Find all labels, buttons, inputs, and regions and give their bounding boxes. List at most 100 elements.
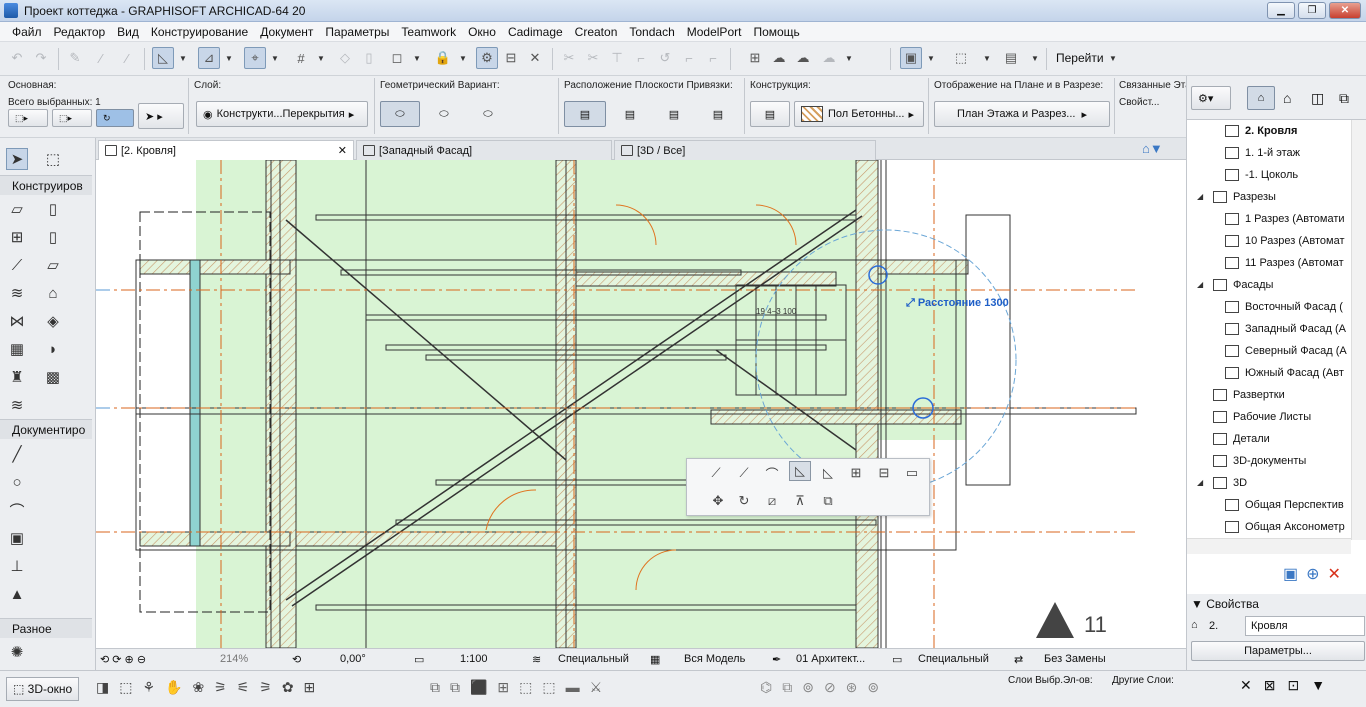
navigator-item[interactable]: Западный Фасад (А: [1225, 318, 1346, 340]
maximize-button[interactable]: ❐: [1298, 2, 1326, 19]
navigator-item[interactable]: Развертки: [1213, 384, 1285, 406]
layout-book-icon[interactable]: ◫: [1311, 90, 1324, 107]
chevron-down-icon[interactable]: ▼: [412, 47, 422, 69]
roof-tool-icon[interactable]: ⌂: [42, 282, 64, 304]
close-tab-icon[interactable]: ✕: [338, 144, 347, 157]
lamp-tool-icon[interactable]: ✺: [6, 641, 28, 663]
edge-arc-icon[interactable]: ⟋: [733, 463, 755, 483]
tab-overview-icon[interactable]: ⌂▼: [1142, 141, 1163, 156]
fillet-corner-icon[interactable]: ◺: [817, 463, 839, 483]
navigator-item[interactable]: 10 Разрез (Автомат: [1225, 230, 1345, 252]
slab-tool-icon[interactable]: ▱: [42, 254, 64, 276]
adjust-icon[interactable]: ⊤: [606, 47, 628, 69]
chevron-down-icon[interactable]: ▼: [982, 47, 992, 69]
chevron-down-icon[interactable]: ▼: [1030, 47, 1040, 69]
object-tool-icon[interactable]: ♜: [6, 366, 28, 388]
beam-tool-icon[interactable]: ⟋: [6, 254, 28, 276]
navigator-item[interactable]: Детали: [1213, 428, 1270, 450]
layer-icon[interactable]: ◻: [386, 47, 408, 69]
navigator-view-select[interactable]: ⚙▾: [1191, 86, 1231, 110]
orientation-icon[interactable]: ⟲: [292, 653, 301, 666]
plane-core-icon[interactable]: ▤: [654, 101, 694, 127]
menu-window[interactable]: Окно: [462, 25, 502, 39]
dimension-icon[interactable]: ⊟: [500, 47, 522, 69]
view-tools-icons[interactable]: ⧉⧉⬛⊞⬚⬚▬⚔: [430, 679, 612, 696]
trace-icon[interactable]: ▯: [358, 47, 380, 69]
multiply-icon[interactable]: ⧉: [817, 491, 839, 511]
multi-plane-icon[interactable]: ⬭: [468, 101, 508, 127]
single-plane-icon[interactable]: ⬭: [424, 101, 464, 127]
expand-triangle-icon[interactable]: ◢: [1197, 274, 1203, 296]
layer-select[interactable]: ◉ Конструкти...Перекрытия ▸: [196, 101, 368, 127]
mesh-tool-icon[interactable]: ≋: [6, 394, 28, 416]
flat-slab-icon[interactable]: ⬭: [380, 101, 420, 127]
menu-design[interactable]: Конструирование: [145, 25, 254, 39]
polygon-offset-icon[interactable]: ◺: [789, 461, 811, 481]
navigator-item[interactable]: ◢ 3D: [1197, 472, 1247, 494]
morph-tool-icon[interactable]: ◗: [42, 338, 64, 360]
navigator-item[interactable]: Восточный Фасад (: [1225, 296, 1343, 318]
plane-top-icon[interactable]: ▤: [564, 101, 606, 127]
gravity-icon[interactable]: ⌖: [244, 47, 266, 69]
custom-slab-icon[interactable]: ▭: [901, 463, 923, 483]
document-header[interactable]: Документиро: [0, 419, 92, 439]
floor-plan-window-icon[interactable]: ▣: [900, 47, 922, 69]
guide-lines-icon[interactable]: ◺: [152, 47, 174, 69]
curve-edge-icon[interactable]: ⌒: [761, 463, 783, 483]
menu-document[interactable]: Документ: [254, 25, 319, 39]
zone-tool-icon[interactable]: ▩: [42, 366, 64, 388]
eyedropper-icon[interactable]: ⁄: [90, 47, 112, 69]
menu-teamwork[interactable]: Teamwork: [395, 25, 462, 39]
properties-header[interactable]: ▼ Свойства: [1191, 597, 1259, 611]
zoom-value[interactable]: 214%: [220, 653, 248, 665]
add-point-icon[interactable]: ⊞: [845, 463, 867, 483]
undo-icon[interactable]: ↶: [6, 47, 28, 69]
pen-set-value[interactable]: 01 Архитект...: [796, 653, 865, 665]
solid-union-icon[interactable]: ☁: [818, 47, 840, 69]
menu-help[interactable]: Помощь: [747, 25, 805, 39]
project-map-icon[interactable]: ⌂: [1247, 86, 1275, 110]
navigator-item[interactable]: 11 Разрез (Автомат: [1225, 252, 1344, 274]
split-icon[interactable]: ✂: [582, 47, 604, 69]
column-tool-icon[interactable]: ▯: [42, 226, 64, 248]
line-tool-icon[interactable]: ╱: [6, 443, 28, 465]
solid-subtract-icon[interactable]: ☁: [792, 47, 814, 69]
layout-book-icon[interactable]: ▤: [1000, 47, 1022, 69]
tab-west-facade[interactable]: [Западный Фасад]: [356, 140, 612, 160]
menu-creaton[interactable]: Creaton: [569, 25, 624, 39]
tab-3d-all[interactable]: [3D / Все]: [614, 140, 876, 160]
tab-roof-plan[interactable]: [2. Кровля] ✕: [98, 140, 354, 160]
suspend-groups-icon[interactable]: ◇: [334, 47, 356, 69]
navigator-hscrollbar[interactable]: [1187, 538, 1351, 554]
zoom-back-icon[interactable]: ⟲ ⟳ ⊕ ⊖: [100, 653, 146, 666]
syringe-icon[interactable]: ⁄: [116, 47, 138, 69]
wall-tool-icon[interactable]: ▱: [6, 198, 28, 220]
close-button[interactable]: ✕: [1329, 2, 1361, 19]
menu-view[interactable]: Вид: [111, 25, 145, 39]
chevron-down-icon[interactable]: ▼: [1108, 47, 1118, 69]
navigator-scrollbar[interactable]: [1351, 120, 1366, 540]
view-map-icon[interactable]: ⌂: [1283, 90, 1291, 106]
rotate-icon[interactable]: ↻: [733, 491, 755, 511]
marquee-tool-icon[interactable]: ⬚: [42, 148, 64, 170]
plane-bottom-icon[interactable]: ▤: [698, 101, 738, 127]
structure-type-icon[interactable]: ▤: [750, 101, 790, 127]
subtract-polygon-icon[interactable]: ⊟: [873, 463, 895, 483]
camera-tools-icons[interactable]: ⌬⧉⊚⊘⊛⊚: [760, 679, 889, 696]
navigator-item[interactable]: 3D-документы: [1213, 450, 1306, 472]
edge-offset-icon[interactable]: ⟋: [705, 463, 727, 483]
lock-icon[interactable]: 🔒: [432, 47, 454, 69]
arrow-tool-icon[interactable]: ➤: [6, 148, 28, 170]
window-tool-icon[interactable]: ⊞: [6, 226, 28, 248]
menu-tondach[interactable]: Tondach: [623, 25, 680, 39]
chevron-down-icon[interactable]: ▼: [316, 47, 326, 69]
marquee-mode-icons[interactable]: ✕⊠⊡▼: [1240, 677, 1337, 694]
story-name-field[interactable]: Кровля: [1245, 616, 1365, 636]
menu-modelport[interactable]: ModelPort: [681, 25, 748, 39]
goto-button[interactable]: Перейти: [1056, 51, 1104, 65]
door-tool-icon[interactable]: ▯: [42, 198, 64, 220]
navigator-actions[interactable]: ▣⊕✕: [1283, 564, 1349, 584]
navigator-item[interactable]: 2. Кровля: [1225, 120, 1297, 142]
model-view-value[interactable]: Вся Модель: [684, 653, 745, 665]
group-icon[interactable]: ⊞: [744, 47, 766, 69]
